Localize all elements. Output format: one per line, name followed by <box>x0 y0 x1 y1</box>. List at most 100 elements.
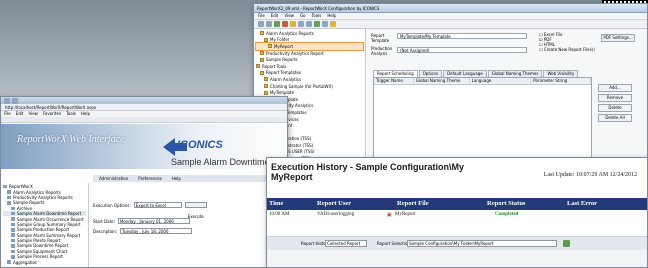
banner-title: ReportWorX Web Interface <box>17 134 125 145</box>
col-report-file[interactable]: Report File <box>397 200 429 207</box>
tab-report-scheduling[interactable]: Report Scheduling <box>373 70 418 77</box>
delete-trigger-button[interactable]: Delete <box>598 104 632 112</box>
tree-item-productivity-analytics-report[interactable]: Productivity Analytics Report <box>256 50 363 57</box>
web-tree-item[interactable]: Aggregation <box>3 259 86 265</box>
tree-item-report-tools[interactable]: Report Tools <box>256 63 363 70</box>
option-create-new[interactable]: ☐ Create New Report File(s) <box>539 47 595 52</box>
folder-icon <box>260 70 264 75</box>
end-date-input[interactable]: Tuesday , July 18, 2006 <box>120 228 193 234</box>
forward-icon[interactable] <box>266 21 272 27</box>
tab-global-naming-themes[interactable]: Global Naming Themes <box>487 70 543 77</box>
menu-help[interactable]: Help <box>327 13 336 19</box>
start-date-input[interactable]: Monday , January 01, 2006 <box>117 218 190 224</box>
folder-icon[interactable] <box>290 21 296 27</box>
help-icon[interactable] <box>330 21 336 27</box>
history-table-header: Time Report User Report File Report Stat… <box>267 198 647 210</box>
trigger-grid-header: Trigger Name Global Naming Theme Languag… <box>374 78 592 85</box>
menu-view[interactable]: View <box>284 13 294 19</box>
tree-item-my-folder[interactable]: My Folder <box>256 37 363 44</box>
run-icon[interactable] <box>314 21 320 27</box>
execution-options-row: Execution Options: Export to Excel Execu… <box>93 202 207 219</box>
delete-all-button[interactable]: Delete All <box>598 114 632 122</box>
row-status: Completed <box>495 212 519 217</box>
folder-icon <box>7 201 11 205</box>
browser-menu-edit[interactable]: Edit <box>16 111 24 117</box>
menu-tools[interactable]: Tools <box>312 13 322 19</box>
report-icon <box>11 217 15 221</box>
tree-item-sample-reports[interactable]: Sample Reports <box>256 56 363 63</box>
remove-trigger-button[interactable]: Remove <box>598 94 632 102</box>
browser-titlebar[interactable] <box>1 97 287 104</box>
col-report-user[interactable]: Report User <box>317 200 351 207</box>
row-file[interactable]: MyReport <box>395 212 416 217</box>
browser-menu-tools[interactable]: Tools <box>66 111 76 117</box>
folder-icon <box>264 37 268 42</box>
tree-item-mytemplate-folder[interactable]: MyTemplate <box>256 89 363 96</box>
add-trigger-button[interactable]: Add... <box>598 84 632 92</box>
report-icon <box>11 255 15 259</box>
config-titlebar[interactable]: ReportWorX2_09.xml - ReportWorX Configur… <box>254 4 647 13</box>
refresh-icon[interactable] <box>306 21 312 27</box>
menu-edit[interactable]: Edit <box>271 13 279 19</box>
tree-item-report-templates[interactable]: Report Templates <box>256 70 363 77</box>
nav-preferences[interactable]: Preferences <box>138 176 162 181</box>
connection-label: Production Analysis <box>371 46 393 56</box>
folder-icon <box>7 260 11 264</box>
tree-item-alarm-analytics[interactable]: Alarm Analytics <box>256 76 363 83</box>
browser-menu-view[interactable]: View <box>28 111 38 117</box>
report-icon <box>11 244 15 248</box>
browser-menu-favorites[interactable]: Favorites <box>43 111 61 117</box>
properties-icon[interactable] <box>322 21 328 27</box>
start-date-label: Start Date: <box>93 218 115 224</box>
report-selection-select[interactable]: Sample Configuration\My Folder\MyReport <box>407 240 557 247</box>
nav-administration[interactable]: Administration <box>99 176 128 181</box>
tools-icon <box>256 64 260 69</box>
report-icon <box>268 44 272 49</box>
menu-go[interactable]: Go <box>300 13 306 19</box>
col-trigger-name[interactable]: Trigger Name <box>374 78 414 84</box>
back-icon[interactable] <box>4 97 10 104</box>
save-icon[interactable] <box>298 21 304 27</box>
tree-item-alarm-analytics-reports[interactable]: Alarm Analytics Reports <box>256 30 363 37</box>
tree-item-myreport[interactable]: MyReport <box>255 42 364 51</box>
nav-help[interactable]: Help <box>172 176 181 181</box>
col-language[interactable]: Language <box>470 78 532 84</box>
execution-options-label: Execution Options: <box>93 202 131 208</box>
forward-icon[interactable] <box>12 97 18 104</box>
folder-icon <box>264 77 268 82</box>
template-select[interactable]: MyTemplate/My Template <box>397 33 527 39</box>
delete-icon[interactable] <box>282 21 288 27</box>
add-icon[interactable] <box>274 21 280 27</box>
menu-file[interactable]: File <box>258 13 265 19</box>
connection-select[interactable]: (Not Assigned) <box>397 47 527 53</box>
address-url: http://localhost/ReportWorX/ReportWorX.a… <box>5 104 97 110</box>
tab-options[interactable]: Options <box>418 70 443 77</box>
logo-text: ICONICS <box>177 139 223 151</box>
col-global-naming-theme[interactable]: Global Naming Theme <box>414 78 470 84</box>
configuration-window: ReportWorX2_09.xml - ReportWorX Configur… <box>253 3 648 177</box>
col-last-error[interactable]: Last Error <box>567 200 597 207</box>
web-browser-window: http://localhost/ReportWorX/ReportWorX.a… <box>0 96 288 268</box>
table-row[interactable]: 10:08 AM VADI-userlogging ▣ MyReport Com… <box>267 210 647 220</box>
address-bar[interactable]: http://localhost/ReportWorX/ReportWorX.a… <box>1 104 287 111</box>
folder-icon <box>264 84 268 89</box>
execution-options-select[interactable]: Export to Excel <box>133 202 182 208</box>
pdf-settings-button[interactable]: PDF Settings... <box>601 34 635 42</box>
tab-default-language[interactable]: Default Language <box>443 70 487 77</box>
trigger-grid[interactable]: Trigger Name Global Naming Theme Languag… <box>373 77 592 162</box>
history-title-line1: Execution History - Sample Configuration… <box>271 162 465 172</box>
col-report-status[interactable]: Report Status <box>487 200 525 207</box>
back-icon[interactable] <box>258 21 264 27</box>
browser-menu-file[interactable]: File <box>4 111 11 117</box>
execution-history-window: Execution History - Sample Configuration… <box>266 157 648 268</box>
col-time[interactable]: Time <box>269 200 283 207</box>
report-history-select[interactable]: Collected Report <box>325 240 367 247</box>
row-file-icon: ▣ <box>387 213 392 218</box>
tab-web-visibility[interactable]: Web Visibility <box>543 70 579 77</box>
start-date-row: Start Date: Monday , January 01, 2006 <box>93 218 190 224</box>
execute-button[interactable]: Execute <box>184 202 207 219</box>
refresh-icon[interactable] <box>563 240 570 247</box>
col-parameter-string[interactable]: Parameter String <box>531 78 592 84</box>
browser-menu-help[interactable]: Help <box>81 111 90 117</box>
tree-item-charting-sample[interactable]: Charting Sample (for PortalWX) <box>256 83 363 90</box>
